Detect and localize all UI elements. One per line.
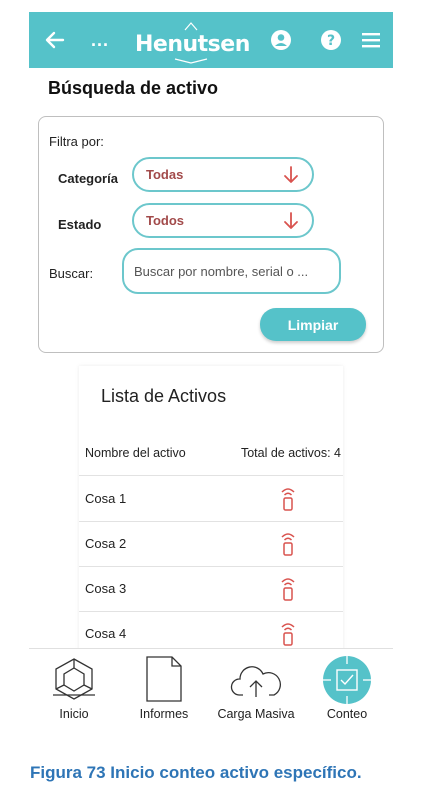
list-item[interactable]: Cosa 1 <box>79 477 343 522</box>
asset-list: Lista de Activos Nombre del activo Total… <box>79 366 343 666</box>
bottom-nav: Inicio Informes Carga Masiva Conteo <box>29 648 393 727</box>
list-header: Nombre del activo Total de activos: 4 <box>79 442 343 476</box>
count-target-icon <box>322 655 372 705</box>
hamburger-menu-icon[interactable] <box>359 28 383 52</box>
asset-name: Cosa 2 <box>85 536 127 551</box>
nav-informes[interactable]: Informes <box>129 649 199 727</box>
more-button[interactable]: ... <box>91 30 109 51</box>
filter-panel: Filtra por: Categoría Todas Estado Todos… <box>38 116 384 353</box>
nav-conteo[interactable]: Conteo <box>313 649 381 727</box>
page-title: Búsqueda de activo <box>48 78 219 98</box>
list-title: Lista de Activos <box>101 386 227 406</box>
nav-inicio[interactable]: Inicio <box>43 649 105 727</box>
app-logo: Henutsen <box>135 20 250 64</box>
cube-icon <box>53 658 95 700</box>
asset-name: Cosa 1 <box>85 491 127 506</box>
list-item[interactable]: Cosa 3 <box>79 567 343 612</box>
svg-text:?: ? <box>327 33 335 49</box>
arrow-down-icon <box>284 212 298 229</box>
column-name-header: Nombre del activo <box>85 446 186 460</box>
rfid-tag-icon <box>281 533 295 556</box>
list-item[interactable]: Cosa 2 <box>79 522 343 567</box>
total-assets-count: Total de activos: 4 <box>240 446 341 460</box>
figure-caption: Figura 73 Inicio conteo activo específic… <box>30 763 362 782</box>
nav-label: Informes <box>139 707 189 721</box>
app-header: ... Henutsen ? <box>29 12 393 68</box>
rfid-tag-icon <box>281 488 295 511</box>
search-label: Buscar: <box>49 266 94 281</box>
search-input[interactable] <box>122 248 341 294</box>
state-select[interactable]: Todos <box>132 203 314 238</box>
arrow-down-icon <box>284 166 298 183</box>
logo-text: Henutsen <box>135 32 250 57</box>
nav-label: Conteo <box>326 707 368 721</box>
rfid-tag-icon <box>281 578 295 601</box>
category-select[interactable]: Todas <box>132 157 314 192</box>
nav-label: Carga Masiva <box>217 707 295 721</box>
document-icon <box>146 656 182 702</box>
asset-name: Cosa 4 <box>85 626 127 641</box>
category-label: Categoría <box>58 171 118 186</box>
back-arrow-icon[interactable] <box>43 28 67 52</box>
nav-carga-masiva[interactable]: Carga Masiva <box>213 649 299 727</box>
cloud-upload-icon <box>230 666 281 697</box>
user-icon[interactable] <box>269 28 293 52</box>
state-label: Estado <box>58 217 102 232</box>
nav-label: Inicio <box>59 707 89 721</box>
asset-name: Cosa 3 <box>85 581 127 596</box>
phone-screen: ... Henutsen ? Búsqueda de activo Filtra… <box>29 12 393 727</box>
rfid-tag-icon <box>281 623 295 646</box>
category-value: Todas <box>146 167 184 182</box>
state-value: Todos <box>146 213 185 228</box>
help-icon[interactable]: ? <box>319 28 343 52</box>
filter-label: Filtra por: <box>49 134 104 149</box>
clear-button[interactable]: Limpiar <box>260 308 366 341</box>
